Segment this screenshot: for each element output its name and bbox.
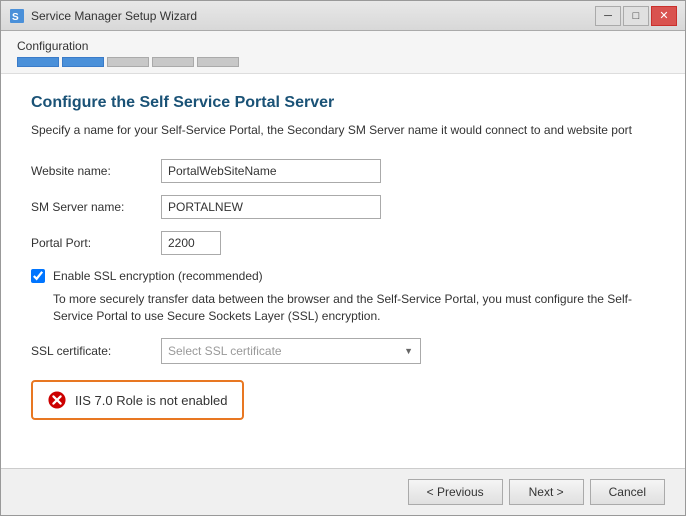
progress-seg-1 <box>17 57 59 67</box>
progress-track <box>17 57 669 67</box>
error-icon <box>47 390 67 410</box>
sm-server-label: SM Server name: <box>31 200 161 214</box>
progress-seg-5 <box>197 57 239 67</box>
window-controls: ─ □ ✕ <box>595 6 677 26</box>
next-button[interactable]: Next > <box>509 479 584 505</box>
maximize-button[interactable]: □ <box>623 6 649 26</box>
ssl-checkbox-row: Enable SSL encryption (recommended) <box>31 267 655 285</box>
website-name-row: Website name: <box>31 159 655 183</box>
title-bar: S Service Manager Setup Wizard ─ □ ✕ <box>1 1 685 31</box>
main-content: Configure the Self Service Portal Server… <box>1 74 685 468</box>
portal-port-row: Portal Port: <box>31 231 655 255</box>
app-icon: S <box>9 8 25 24</box>
sm-server-input[interactable] <box>161 195 381 219</box>
close-button[interactable]: ✕ <box>651 6 677 26</box>
ssl-cert-row: SSL certificate: Select SSL certificate <box>31 338 655 364</box>
window-title: Service Manager Setup Wizard <box>31 9 197 23</box>
website-name-input[interactable] <box>161 159 381 183</box>
error-svg-icon <box>48 391 66 409</box>
section-description: Specify a name for your Self-Service Por… <box>31 122 655 139</box>
portal-port-label: Portal Port: <box>31 236 161 250</box>
error-text: IIS 7.0 Role is not enabled <box>75 393 228 408</box>
website-name-label: Website name: <box>31 164 161 178</box>
ssl-select-wrapper: Select SSL certificate <box>161 338 421 364</box>
previous-button[interactable]: < Previous <box>408 479 503 505</box>
minimize-button[interactable]: ─ <box>595 6 621 26</box>
error-box: IIS 7.0 Role is not enabled <box>31 380 244 420</box>
progress-seg-2 <box>62 57 104 67</box>
ssl-cert-select[interactable]: Select SSL certificate <box>161 338 421 364</box>
title-bar-left: S Service Manager Setup Wizard <box>9 8 197 24</box>
ssl-cert-label: SSL certificate: <box>31 344 161 358</box>
ssl-checkbox[interactable] <box>31 269 45 283</box>
ssl-note: To more securely transfer data between t… <box>53 291 655 325</box>
footer: < Previous Next > Cancel <box>1 468 685 515</box>
section-title: Configure the Self Service Portal Server <box>31 94 655 112</box>
main-window: S Service Manager Setup Wizard ─ □ ✕ Con… <box>0 0 686 516</box>
ssl-checkbox-label: Enable SSL encryption (recommended) <box>53 267 263 285</box>
portal-port-input[interactable] <box>161 231 221 255</box>
progress-seg-3 <box>107 57 149 67</box>
progress-label: Configuration <box>17 39 669 53</box>
progress-area: Configuration <box>1 31 685 74</box>
progress-seg-4 <box>152 57 194 67</box>
svg-text:S: S <box>12 12 19 23</box>
cancel-button[interactable]: Cancel <box>590 479 665 505</box>
sm-server-row: SM Server name: <box>31 195 655 219</box>
